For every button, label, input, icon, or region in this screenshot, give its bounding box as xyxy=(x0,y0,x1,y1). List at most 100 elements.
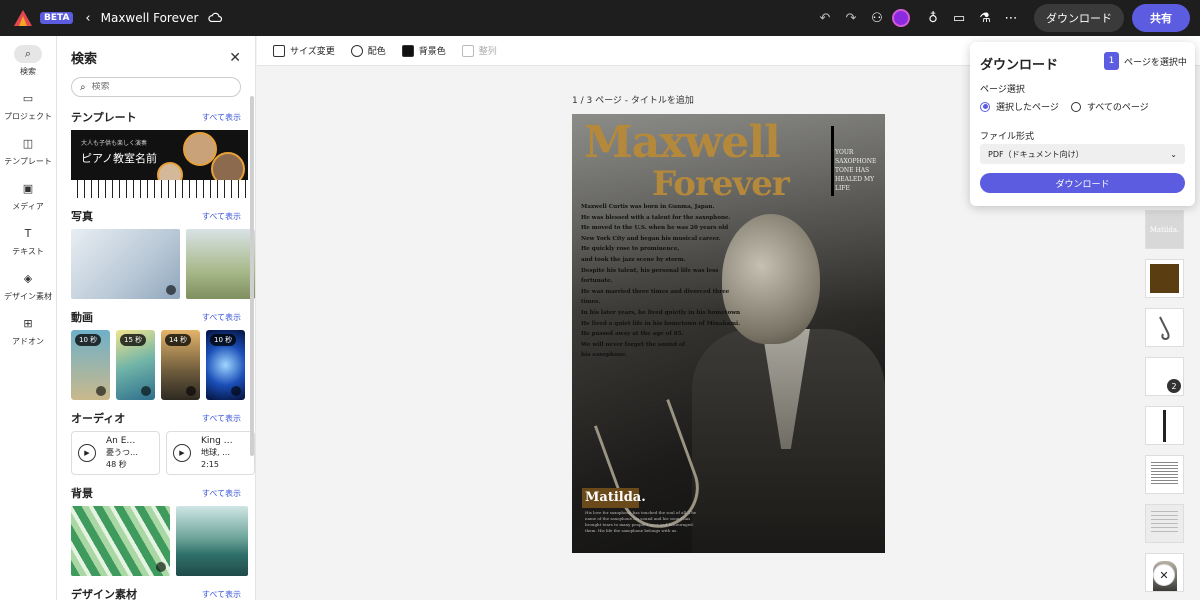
search-box[interactable]: ⌕ xyxy=(71,77,241,97)
video-duration: 15 秒 xyxy=(120,334,147,346)
see-all-backgrounds-link[interactable]: すべて表示 xyxy=(202,488,241,499)
rail-item-search[interactable]: ⌕ 検索 xyxy=(0,38,56,83)
file-format-value: PDF（ドキュメント向け） xyxy=(988,149,1084,159)
thumbnail[interactable] xyxy=(1145,504,1184,543)
template-subtitle: 大人も子供も楽しく演奏 xyxy=(81,140,148,147)
see-all-audio-link[interactable]: すべて表示 xyxy=(202,413,241,424)
template-icon: ◫ xyxy=(22,137,34,150)
document-title[interactable]: Maxwell Forever xyxy=(101,11,199,25)
text-icon: T xyxy=(24,227,32,240)
rail-item-templates[interactable]: ◫ テンプレート xyxy=(0,128,56,173)
body-line: and took the jazz scene by storm. xyxy=(581,256,686,263)
panel-title: 検索 xyxy=(71,52,98,67)
see-all-design-link[interactable]: すべて表示 xyxy=(202,589,241,600)
video-duration: 10 秒 xyxy=(75,334,102,346)
redo-icon[interactable]: ↷ xyxy=(840,11,862,26)
lightbulb-icon[interactable]: ♁ xyxy=(922,11,944,26)
thumbnail[interactable] xyxy=(1145,259,1184,298)
page-label[interactable]: 1 / 3 ページ - タイトルを追加 xyxy=(572,93,694,106)
thumbnail-text: Matilda. xyxy=(1149,225,1180,234)
thumbnail[interactable] xyxy=(1145,308,1184,347)
close-icon[interactable]: ✕ xyxy=(229,50,241,66)
search-icon: ⌕ xyxy=(14,44,42,63)
poster-body-text[interactable]: Maxwell Curtis was born in Gunma, Japan.… xyxy=(581,202,741,361)
rail-item-media[interactable]: ▣ メディア xyxy=(0,173,56,218)
thumbnail[interactable] xyxy=(1145,455,1184,494)
premium-icon xyxy=(186,386,196,396)
thumbnail[interactable]: 2 xyxy=(1145,357,1184,396)
audio-item[interactable]: ▶ King … 地球, … 2:15 xyxy=(166,431,255,475)
comment-icon[interactable]: ▭ xyxy=(948,11,970,26)
palette-icon xyxy=(350,44,363,57)
see-all-templates-link[interactable]: すべて表示 xyxy=(202,112,241,123)
panel-scrollbar[interactable] xyxy=(250,96,254,456)
flask-icon[interactable]: ⚗ xyxy=(974,11,996,26)
video-thumbnail[interactable]: 10 秒 xyxy=(71,330,110,400)
search-icon: ⌕ xyxy=(80,81,86,93)
premium-icon xyxy=(156,562,166,572)
undo-icon[interactable]: ↶ xyxy=(814,11,836,26)
close-thumbnails-icon[interactable]: ✕ xyxy=(1153,564,1175,586)
video-thumbnail[interactable]: 14 秒 xyxy=(161,330,200,400)
poster-title-line1[interactable]: Maxwell xyxy=(584,120,781,166)
template-card[interactable]: 大人も子供も楽しく演奏 ピアノ教室名前 xyxy=(71,130,248,198)
play-icon[interactable]: ▶ xyxy=(173,444,191,462)
folder-icon: ▭ xyxy=(22,92,34,105)
background-thumbnail[interactable] xyxy=(176,506,248,576)
download-button[interactable]: ダウンロード xyxy=(1034,4,1124,32)
back-icon[interactable]: ‹ xyxy=(85,11,90,26)
matilda-logo-text[interactable]: Matilda. xyxy=(585,490,646,505)
rail-item-text[interactable]: T テキスト xyxy=(0,218,56,263)
thumbnail[interactable]: Matilda. xyxy=(1145,210,1184,249)
poster-title-line2[interactable]: Forever xyxy=(652,164,790,204)
invite-user-icon[interactable]: ⚇ xyxy=(866,11,888,26)
rail-item-addons[interactable]: ⊞ アドオン xyxy=(0,308,56,353)
background-thumbnail[interactable] xyxy=(71,506,170,576)
thumbnail[interactable] xyxy=(1145,406,1184,445)
poster-canvas[interactable]: Maxwell Forever YOUR SAXOPHONE TONE HAS … xyxy=(572,114,885,553)
video-thumbnail[interactable]: 15 秒 xyxy=(116,330,155,400)
poster-side-text[interactable]: YOUR SAXOPHONE TONE HAS HEALED MY LIFE xyxy=(835,148,883,193)
play-icon[interactable]: ▶ xyxy=(78,444,96,462)
resize-label: サイズ変更 xyxy=(290,47,335,57)
photo-thumbnail[interactable] xyxy=(186,229,255,299)
section-title-videos: 動画 xyxy=(71,311,93,324)
body-line: his saxophone. xyxy=(581,352,628,359)
media-icon: ▣ xyxy=(22,182,34,195)
popover-download-button[interactable]: ダウンロード xyxy=(980,173,1185,193)
color-scheme-button[interactable]: 配色 xyxy=(350,44,386,57)
rail-item-design[interactable]: ◈ デザイン素材 xyxy=(0,263,56,308)
photo-thumbnail[interactable] xyxy=(71,229,181,299)
selected-page-count[interactable]: 1 xyxy=(1104,52,1119,70)
video-thumbnail[interactable]: 10 秒 xyxy=(206,330,245,400)
rail-item-label: メディア xyxy=(12,201,44,211)
search-input[interactable] xyxy=(91,82,212,92)
align-button[interactable]: 整列 xyxy=(461,44,497,57)
see-all-photos-link[interactable]: すべて表示 xyxy=(202,211,241,222)
section-title-templates: テンプレート xyxy=(71,111,137,124)
template-title: ピアノ教室名前 xyxy=(81,152,158,165)
more-icon[interactable]: ⋯ xyxy=(1000,11,1022,26)
body-line: He moved to the U.S. when he was 20 year… xyxy=(581,225,729,232)
see-all-videos-link[interactable]: すべて表示 xyxy=(202,312,241,323)
file-format-select[interactable]: PDF（ドキュメント向け） ⌄ xyxy=(980,144,1185,164)
popover-title: ダウンロード xyxy=(980,58,1059,73)
radio-selected-pages[interactable] xyxy=(980,101,990,112)
matilda-caption[interactable]: His love for saxophone has touched the s… xyxy=(585,510,700,534)
select-pages-label[interactable]: ページを選択中 xyxy=(1124,55,1187,68)
avatar[interactable] xyxy=(892,9,910,27)
radio-all-pages[interactable] xyxy=(1070,101,1081,112)
body-line: He lived a quiet life in his hometown of… xyxy=(581,320,741,327)
background-color-button[interactable]: 背景色 xyxy=(401,44,446,57)
audio-mood: 地球, … xyxy=(201,448,231,457)
rail-item-label: アドオン xyxy=(12,336,44,346)
app-logo-icon[interactable] xyxy=(14,10,32,26)
resize-button[interactable]: サイズ変更 xyxy=(273,44,335,57)
line-element xyxy=(1163,409,1166,442)
audio-item[interactable]: ▶ An E… 憂うつ… 48 秒 xyxy=(71,431,160,475)
body-line: In his later years, he lived quietly in … xyxy=(581,309,741,316)
rail-item-label: プロジェクト xyxy=(4,111,52,121)
rail-item-projects[interactable]: ▭ プロジェクト xyxy=(0,83,56,128)
page-badge: 2 xyxy=(1167,379,1181,393)
share-button[interactable]: 共有 xyxy=(1132,4,1190,32)
